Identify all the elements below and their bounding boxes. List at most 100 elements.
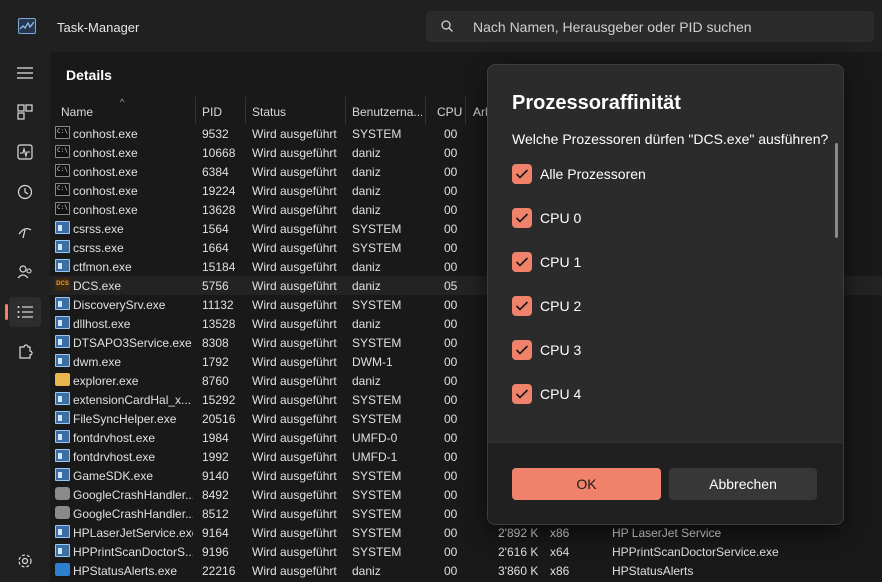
cell-name: dllhost.exe (73, 317, 131, 331)
cell-name: conhost.exe (73, 165, 138, 179)
cell-user: daniz (352, 184, 381, 198)
cell-user: DWM-1 (352, 355, 393, 369)
processor-option[interactable]: Alle Prozessoren (512, 164, 812, 186)
title-bar: Task-Manager Nach Namen, Herausgeber ode… (0, 0, 882, 52)
cell-user: SYSTEM (352, 336, 402, 350)
column-header-status[interactable]: Status (252, 105, 286, 119)
process-icon (55, 563, 70, 576)
cell-name: DTSAPO3Service.exe (73, 336, 192, 350)
cell-pid: 9196 (202, 545, 229, 559)
cell-cpu: 00 (444, 127, 458, 141)
process-icon (55, 335, 70, 348)
sort-ascending-icon: ^ (120, 97, 125, 107)
cell-status: Wird ausgeführt (252, 393, 337, 407)
cell-cpu: 00 (444, 203, 458, 217)
cell-status: Wird ausgeführt (252, 469, 337, 483)
cell-user: SYSTEM (352, 412, 402, 426)
cell-status: Wird ausgeführt (252, 336, 337, 350)
ok-button[interactable]: OK (512, 468, 661, 500)
page-title: Details (66, 67, 112, 83)
cell-pid: 9140 (202, 469, 229, 483)
column-header-name[interactable]: Name (61, 105, 93, 119)
checkmark-icon (515, 169, 529, 179)
process-icon (55, 316, 70, 329)
cell-cpu: 00 (444, 355, 458, 369)
process-icon (55, 240, 70, 253)
cell-status: Wird ausgeführt (252, 146, 337, 160)
checkbox[interactable] (512, 384, 532, 404)
table-row[interactable]: HPStatusAlerts.exe 22216 Wird ausgeführt da… (50, 561, 882, 580)
checkbox[interactable] (512, 252, 532, 272)
app-history-icon (17, 184, 33, 200)
checkbox[interactable] (512, 340, 532, 360)
cell-user: SYSTEM (352, 222, 402, 236)
table-row[interactable]: HPLaserJetService.exe 9164 Wird ausgeführt… (50, 523, 882, 542)
cell-cpu: 00 (444, 184, 458, 198)
cell-name: ctfmon.exe (73, 260, 132, 274)
processor-option[interactable]: CPU 2 (512, 296, 812, 318)
menu-icon (17, 67, 33, 79)
cell-user: daniz (352, 146, 381, 160)
nav-settings[interactable] (9, 546, 41, 576)
nav-users[interactable] (9, 257, 41, 287)
nav-services[interactable] (9, 337, 41, 367)
processor-option[interactable]: CPU 4 (512, 384, 812, 406)
nav-details[interactable] (5, 297, 41, 327)
cell-cpu: 00 (444, 336, 458, 350)
checkmark-icon (515, 345, 529, 355)
dialog-scrollbar[interactable] (835, 143, 838, 238)
cell-status: Wird ausgeführt (252, 526, 337, 540)
cell-name: DiscoverySrv.exe (73, 298, 166, 312)
cell-user: SYSTEM (352, 298, 402, 312)
table-row[interactable]: HPPrintScanDoctorS... 9196 Wird ausgeführt… (50, 542, 882, 561)
processor-affinity-dialog: Prozessoraffinität Welche Prozessoren dü… (487, 64, 844, 525)
cell-desc: HP LaserJet Service (612, 526, 722, 540)
process-icon (55, 544, 70, 557)
cell-name: GameSDK.exe (73, 469, 154, 483)
cell-name: GoogleCrashHandler... (73, 507, 193, 521)
cell-user: SYSTEM (352, 526, 402, 540)
cell-name: conhost.exe (73, 146, 138, 160)
process-icon (55, 487, 70, 500)
dialog-title: Prozessoraffinität (512, 92, 681, 114)
checkbox[interactable] (512, 164, 532, 184)
process-icon (55, 145, 70, 158)
checkbox[interactable] (512, 296, 532, 316)
cell-status: Wird ausgeführt (252, 127, 337, 141)
nav-app-history[interactable] (9, 177, 41, 207)
option-label: CPU 3 (540, 342, 582, 358)
process-icon (55, 202, 70, 215)
cancel-button[interactable]: Abbrechen (669, 468, 817, 500)
checkbox[interactable] (512, 208, 532, 228)
option-label: CPU 1 (540, 254, 582, 270)
processor-option[interactable]: CPU 0 (512, 208, 812, 230)
process-icon (55, 392, 70, 405)
column-header-username[interactable]: Benutzerna... (352, 105, 422, 119)
cell-user: daniz (352, 564, 381, 578)
cell-mem: 2'616 K (498, 545, 539, 559)
cell-status: Wird ausgeführt (252, 564, 337, 578)
nav-startup-apps[interactable] (9, 217, 41, 247)
cell-cpu: 00 (444, 545, 458, 559)
processor-option[interactable]: CPU 1 (512, 252, 812, 274)
cell-cpu: 00 (444, 317, 458, 331)
users-icon (17, 265, 32, 279)
column-header-pid[interactable]: PID (202, 105, 222, 119)
nav-processes[interactable] (9, 97, 41, 127)
checkmark-icon (515, 257, 529, 267)
cell-arch: x64 (550, 545, 570, 559)
cell-cpu: 00 (444, 298, 458, 312)
search-input[interactable]: Nach Namen, Herausgeber oder PID suchen (426, 11, 874, 42)
cell-cpu: 00 (444, 146, 458, 160)
column-header-cpu[interactable]: CPU (437, 105, 462, 119)
cell-pid: 19224 (202, 184, 236, 198)
cell-pid: 1792 (202, 355, 229, 369)
cell-pid: 8492 (202, 488, 229, 502)
processor-option[interactable]: CPU 3 (512, 340, 812, 362)
cell-mem: 2'892 K (498, 526, 539, 540)
process-icon (55, 126, 70, 139)
hamburger-menu-button[interactable] (9, 58, 41, 88)
nav-performance[interactable] (9, 137, 41, 167)
cell-name: dwm.exe (73, 355, 122, 369)
option-label: CPU 4 (540, 386, 582, 402)
